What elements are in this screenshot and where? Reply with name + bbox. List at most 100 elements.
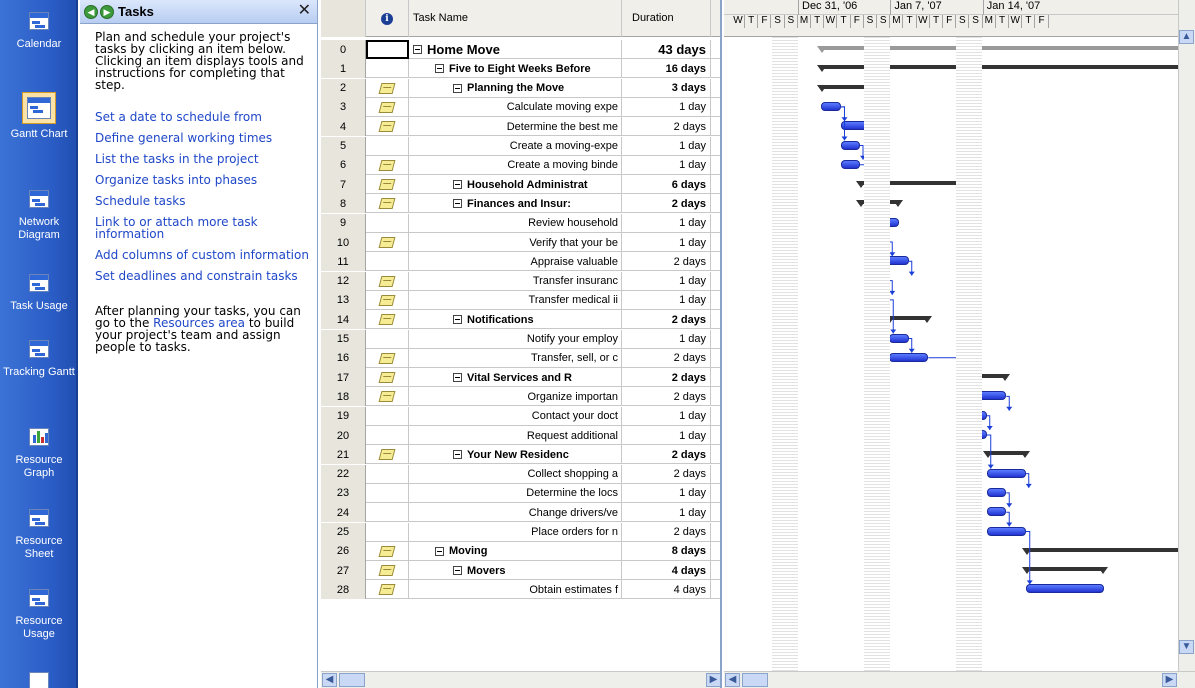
task-name-cell[interactable]: Planning the Move	[409, 78, 622, 98]
indicator-cell[interactable]	[366, 329, 409, 349]
scroll-up-icon[interactable]: ▲	[1179, 30, 1194, 44]
duration-cell[interactable]: 1 day	[622, 483, 711, 503]
task-name-cell[interactable]: Calculate moving expe	[409, 97, 622, 117]
task-name-cell[interactable]: Moving	[409, 541, 622, 561]
collapse-icon[interactable]	[453, 180, 462, 190]
view-resource-graph[interactable]: Resource Graph	[0, 424, 78, 480]
row-id[interactable]: 5	[321, 136, 366, 156]
resource-sheet-icon[interactable]	[25, 505, 53, 531]
note-icon[interactable]	[378, 314, 396, 326]
task-name-cell[interactable]: Notify your employ	[409, 329, 622, 349]
duration-cell[interactable]: 2 days	[622, 194, 711, 214]
scroll-left-icon[interactable]: ◀	[322, 673, 337, 687]
task-name-cell[interactable]: Review household	[409, 213, 622, 233]
task-name-cell[interactable]: Verify that your be	[409, 233, 622, 252]
table-row[interactable]: 13 Transfer medical ii 1 day	[321, 290, 720, 310]
indicator-cell[interactable]	[366, 40, 409, 59]
row-id[interactable]: 17	[321, 368, 366, 388]
task-name-cell[interactable]: Change drivers/ve	[409, 503, 622, 523]
task-name-cell[interactable]: Transfer insuranc	[409, 271, 622, 291]
task-usage-icon[interactable]	[25, 270, 53, 296]
duration-cell[interactable]: 2 days	[622, 522, 711, 542]
task-name-cell[interactable]: Create a moving-expe	[409, 136, 622, 156]
indicator-cell[interactable]	[366, 175, 409, 195]
table-row[interactable]: 24 Change drivers/ve 1 day	[321, 503, 720, 523]
view-resource-usage[interactable]: Resource Usage	[0, 585, 78, 641]
duration-cell[interactable]: 3 days	[622, 78, 711, 98]
row-id[interactable]: 10	[321, 233, 366, 252]
row-id[interactable]: 8	[321, 194, 366, 214]
note-icon[interactable]	[378, 275, 396, 287]
more-views-icon[interactable]	[25, 668, 53, 688]
indicators-column-header[interactable]: i	[366, 0, 409, 37]
task-name-cell[interactable]: Create a moving binde	[409, 155, 622, 175]
table-row[interactable]: 14 Notifications 2 days	[321, 310, 720, 330]
indicator-cell[interactable]	[366, 445, 409, 465]
table-row[interactable]: 5 Create a moving-expe 1 day	[321, 136, 720, 156]
duration-cell[interactable]: 8 days	[622, 541, 711, 561]
task-name-cell[interactable]: Household Administrat	[409, 175, 622, 195]
row-id[interactable]: 25	[321, 522, 366, 542]
task-name-cell[interactable]: Appraise valuable	[409, 252, 622, 272]
select-all-corner[interactable]	[321, 0, 366, 37]
row-id[interactable]: 11	[321, 252, 366, 272]
scroll-thumb[interactable]	[339, 673, 365, 687]
indicator-cell[interactable]	[366, 580, 409, 600]
collapse-icon[interactable]	[453, 373, 462, 383]
scroll-down-icon[interactable]: ▼	[1179, 640, 1194, 654]
duration-cell[interactable]: 1 day	[622, 426, 711, 445]
forward-icon[interactable]: ▶	[100, 4, 114, 19]
row-id[interactable]: 3	[321, 97, 366, 117]
task-name-cell[interactable]: Place orders for n	[409, 522, 622, 542]
collapse-icon[interactable]	[435, 546, 444, 556]
task-name-cell[interactable]: Five to Eight Weeks Before	[409, 59, 622, 79]
indicator-cell[interactable]	[366, 561, 409, 581]
view-network-diagram[interactable]: Network Diagram	[0, 186, 78, 242]
row-id[interactable]: 12	[321, 271, 366, 291]
row-id[interactable]: 20	[321, 426, 366, 445]
note-icon[interactable]	[378, 159, 396, 171]
indicator-cell[interactable]	[366, 78, 409, 98]
table-row[interactable]: 16 Transfer, sell, or c 2 days	[321, 348, 720, 368]
indicator-cell[interactable]	[366, 368, 409, 388]
resource-usage-icon[interactable]	[25, 585, 53, 611]
table-row[interactable]: 22 Collect shopping a 2 days	[321, 464, 720, 484]
indicator-cell[interactable]	[366, 387, 409, 407]
task-link-5[interactable]: Schedule tasks	[95, 195, 309, 207]
indicator-cell[interactable]	[366, 426, 409, 445]
scroll-right-icon[interactable]: ▶	[1162, 673, 1177, 687]
duration-cell[interactable]: 4 days	[622, 561, 711, 581]
indicator-cell[interactable]	[366, 503, 409, 523]
indicator-cell[interactable]	[366, 522, 409, 542]
indicator-cell[interactable]	[366, 155, 409, 175]
note-icon[interactable]	[378, 449, 396, 461]
row-id[interactable]: 6	[321, 155, 366, 175]
row-id[interactable]: 27	[321, 561, 366, 581]
table-row[interactable]: 25 Place orders for n 2 days	[321, 522, 720, 542]
task-name-cell[interactable]: Determine the locs	[409, 483, 622, 503]
task-name-cell[interactable]: Collect shopping a	[409, 464, 622, 484]
indicator-cell[interactable]	[366, 483, 409, 503]
note-icon[interactable]	[378, 294, 396, 306]
note-icon[interactable]	[378, 179, 396, 191]
task-name-cell[interactable]: Transfer, sell, or c	[409, 348, 622, 368]
sheet-horizontal-scrollbar[interactable]: ◀ ▶	[321, 671, 720, 688]
gantt-vertical-scrollbar[interactable]: ▲ ▼	[1178, 0, 1195, 671]
task-name-cell[interactable]: Your New Residenc	[409, 445, 622, 465]
task-name-cell[interactable]: Home Move	[409, 40, 622, 59]
indicator-cell[interactable]	[366, 252, 409, 272]
table-row[interactable]: 0 Home Move 43 days	[321, 40, 720, 59]
network-diagram-icon[interactable]	[25, 186, 53, 212]
row-id[interactable]: 4	[321, 117, 366, 137]
note-icon[interactable]	[378, 82, 396, 94]
row-id[interactable]: 18	[321, 387, 366, 407]
note-icon[interactable]	[378, 391, 396, 403]
duration-cell[interactable]: 2 days	[622, 348, 711, 368]
indicator-cell[interactable]	[366, 406, 409, 426]
duration-cell[interactable]: 1 day	[622, 271, 711, 291]
table-row[interactable]: 18 Organize importan 2 days	[321, 387, 720, 407]
indicator-cell[interactable]	[366, 233, 409, 252]
note-icon[interactable]	[378, 198, 396, 210]
tracking-gantt-icon[interactable]	[25, 336, 53, 362]
duration-cell[interactable]: 2 days	[622, 464, 711, 484]
